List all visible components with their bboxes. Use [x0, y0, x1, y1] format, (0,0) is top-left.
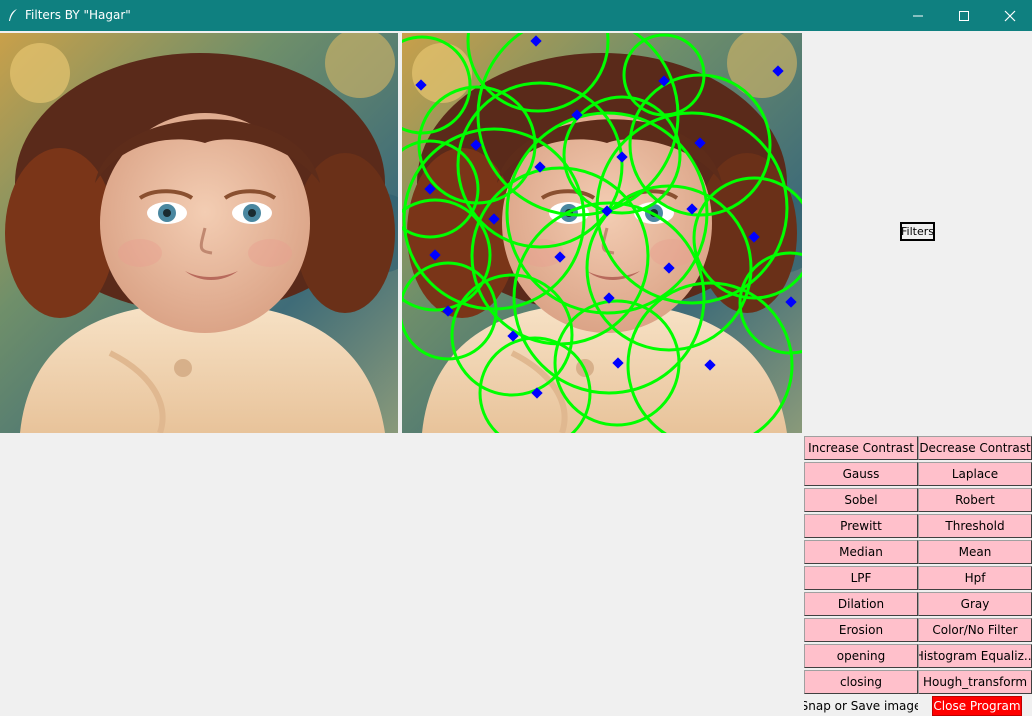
- color-no-filter-button[interactable]: Color/No Filter: [918, 618, 1032, 642]
- title-bar: Filters BY "Hagar": [0, 0, 1032, 31]
- prewitt-button[interactable]: Prewitt: [804, 514, 918, 538]
- histogram-equalization-button[interactable]: Histogram Equaliz...: [918, 644, 1032, 668]
- opening-button[interactable]: opening: [804, 644, 918, 668]
- robert-button[interactable]: Robert: [918, 488, 1032, 512]
- close-program-button[interactable]: Close Program: [932, 696, 1022, 716]
- decrease-contrast-button[interactable]: Decrease Contrast: [918, 436, 1032, 460]
- laplace-button[interactable]: Laplace: [918, 462, 1032, 486]
- maximize-button[interactable]: [941, 0, 987, 31]
- close-icon: [1004, 10, 1016, 21]
- lpf-button[interactable]: LPF: [804, 566, 918, 590]
- mean-button[interactable]: Mean: [918, 540, 1032, 564]
- gauss-button[interactable]: Gauss: [804, 462, 918, 486]
- processed-image-canvas: [402, 33, 802, 433]
- dilation-button[interactable]: Dilation: [804, 592, 918, 616]
- maximize-icon: [959, 10, 969, 21]
- minimize-icon: [913, 15, 923, 16]
- snap-save-button[interactable]: Snap or Save image: [804, 696, 918, 716]
- closing-button[interactable]: closing: [804, 670, 918, 694]
- increase-contrast-button[interactable]: Increase Contrast: [804, 436, 918, 460]
- feather-icon: [9, 9, 17, 21]
- filters-label: Filters: [900, 222, 935, 241]
- original-image: [0, 33, 398, 433]
- erosion-button[interactable]: Erosion: [804, 618, 918, 642]
- gray-button[interactable]: Gray: [918, 592, 1032, 616]
- original-image-canvas: [0, 33, 398, 433]
- sobel-button[interactable]: Sobel: [804, 488, 918, 512]
- processed-image: [402, 33, 802, 433]
- close-window-button[interactable]: [987, 0, 1032, 31]
- window-title: Filters BY "Hagar": [25, 8, 131, 22]
- threshold-button[interactable]: Threshold: [918, 514, 1032, 538]
- hough-transform-button[interactable]: Hough_transform: [918, 670, 1032, 694]
- hpf-button[interactable]: Hpf: [918, 566, 1032, 590]
- minimize-button[interactable]: [895, 0, 941, 31]
- median-button[interactable]: Median: [804, 540, 918, 564]
